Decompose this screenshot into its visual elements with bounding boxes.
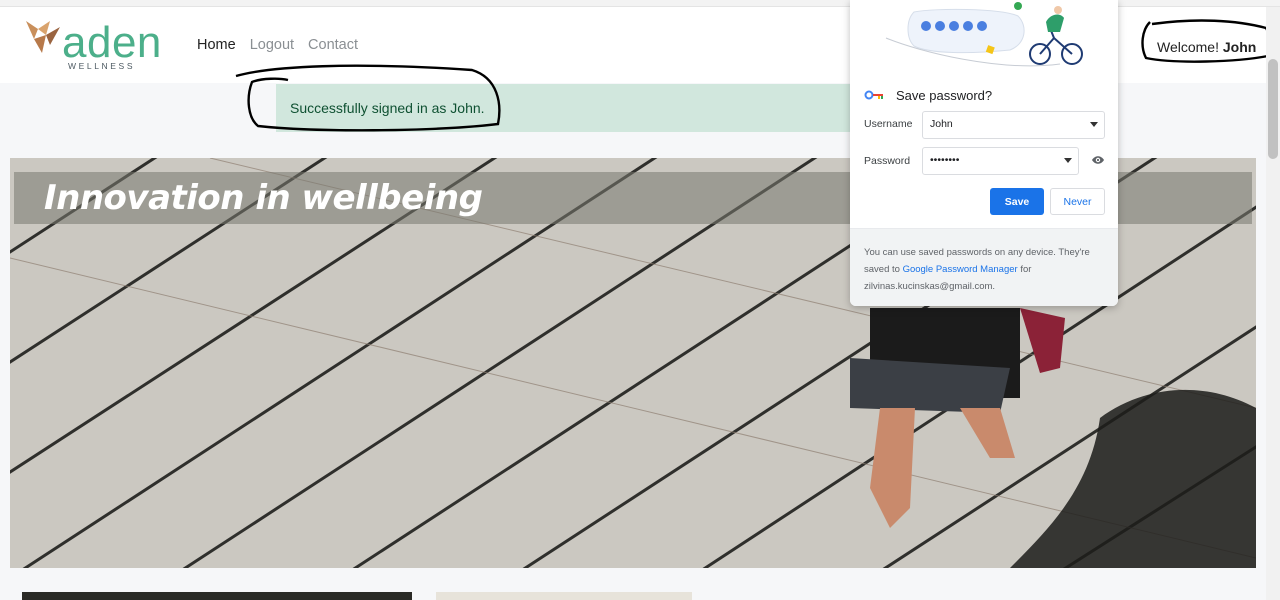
main-nav: Home Logout Contact <box>197 37 358 53</box>
content-card-image <box>436 592 692 600</box>
brand-tagline: WELLNESS <box>68 61 136 71</box>
cyclist-illustration <box>885 2 1083 67</box>
dialog-footer: You can use saved passwords on any devic… <box>850 228 1118 306</box>
footer-text: You can use saved passwords on any devic… <box>864 244 1106 295</box>
dropdown-caret-icon <box>1064 158 1072 163</box>
dropdown-caret-icon <box>1090 122 1098 127</box>
content-card-image <box>22 592 412 600</box>
password-label: Password <box>864 155 911 167</box>
username-value: John <box>930 118 953 130</box>
brand-name: aden <box>62 18 162 67</box>
nav-logout[interactable]: Logout <box>250 37 294 53</box>
signin-success-alert: Successfully signed in as John. <box>276 84 876 132</box>
eye-icon[interactable] <box>1091 154 1105 166</box>
nav-home[interactable]: Home <box>197 37 236 53</box>
dialog-title: Save password? <box>896 87 993 103</box>
scrollbar-thumb[interactable] <box>1268 59 1278 159</box>
username-label: Username <box>864 118 913 130</box>
brand-logo[interactable]: aden WELLNESS <box>24 19 184 75</box>
origami-bird-logo-icon <box>26 21 60 53</box>
never-button[interactable]: Never <box>1050 188 1105 215</box>
hero-title: Innovation in wellbeing <box>44 178 483 218</box>
key-icon <box>864 90 883 100</box>
page-scrollbar[interactable] <box>1266 7 1280 600</box>
password-select[interactable]: •••••••• <box>922 147 1079 175</box>
dialog-header: Save password? <box>864 86 992 104</box>
password-value: •••••••• <box>930 154 960 166</box>
google-password-manager-link[interactable]: Google Password Manager <box>903 264 1018 275</box>
username-select[interactable]: John <box>922 111 1105 139</box>
save-password-dialog: Save password? Username John Password ••… <box>850 0 1118 306</box>
welcome-text: Welcome! John <box>1157 39 1256 55</box>
welcome-username: John <box>1222 39 1257 55</box>
welcome-prefix: Welcome! <box>1157 39 1219 55</box>
nav-contact[interactable]: Contact <box>308 37 358 53</box>
save-button[interactable]: Save <box>990 188 1044 215</box>
alert-message: Successfully signed in as John. <box>290 100 485 116</box>
welcome-greeting: Welcome! John <box>1141 28 1267 68</box>
